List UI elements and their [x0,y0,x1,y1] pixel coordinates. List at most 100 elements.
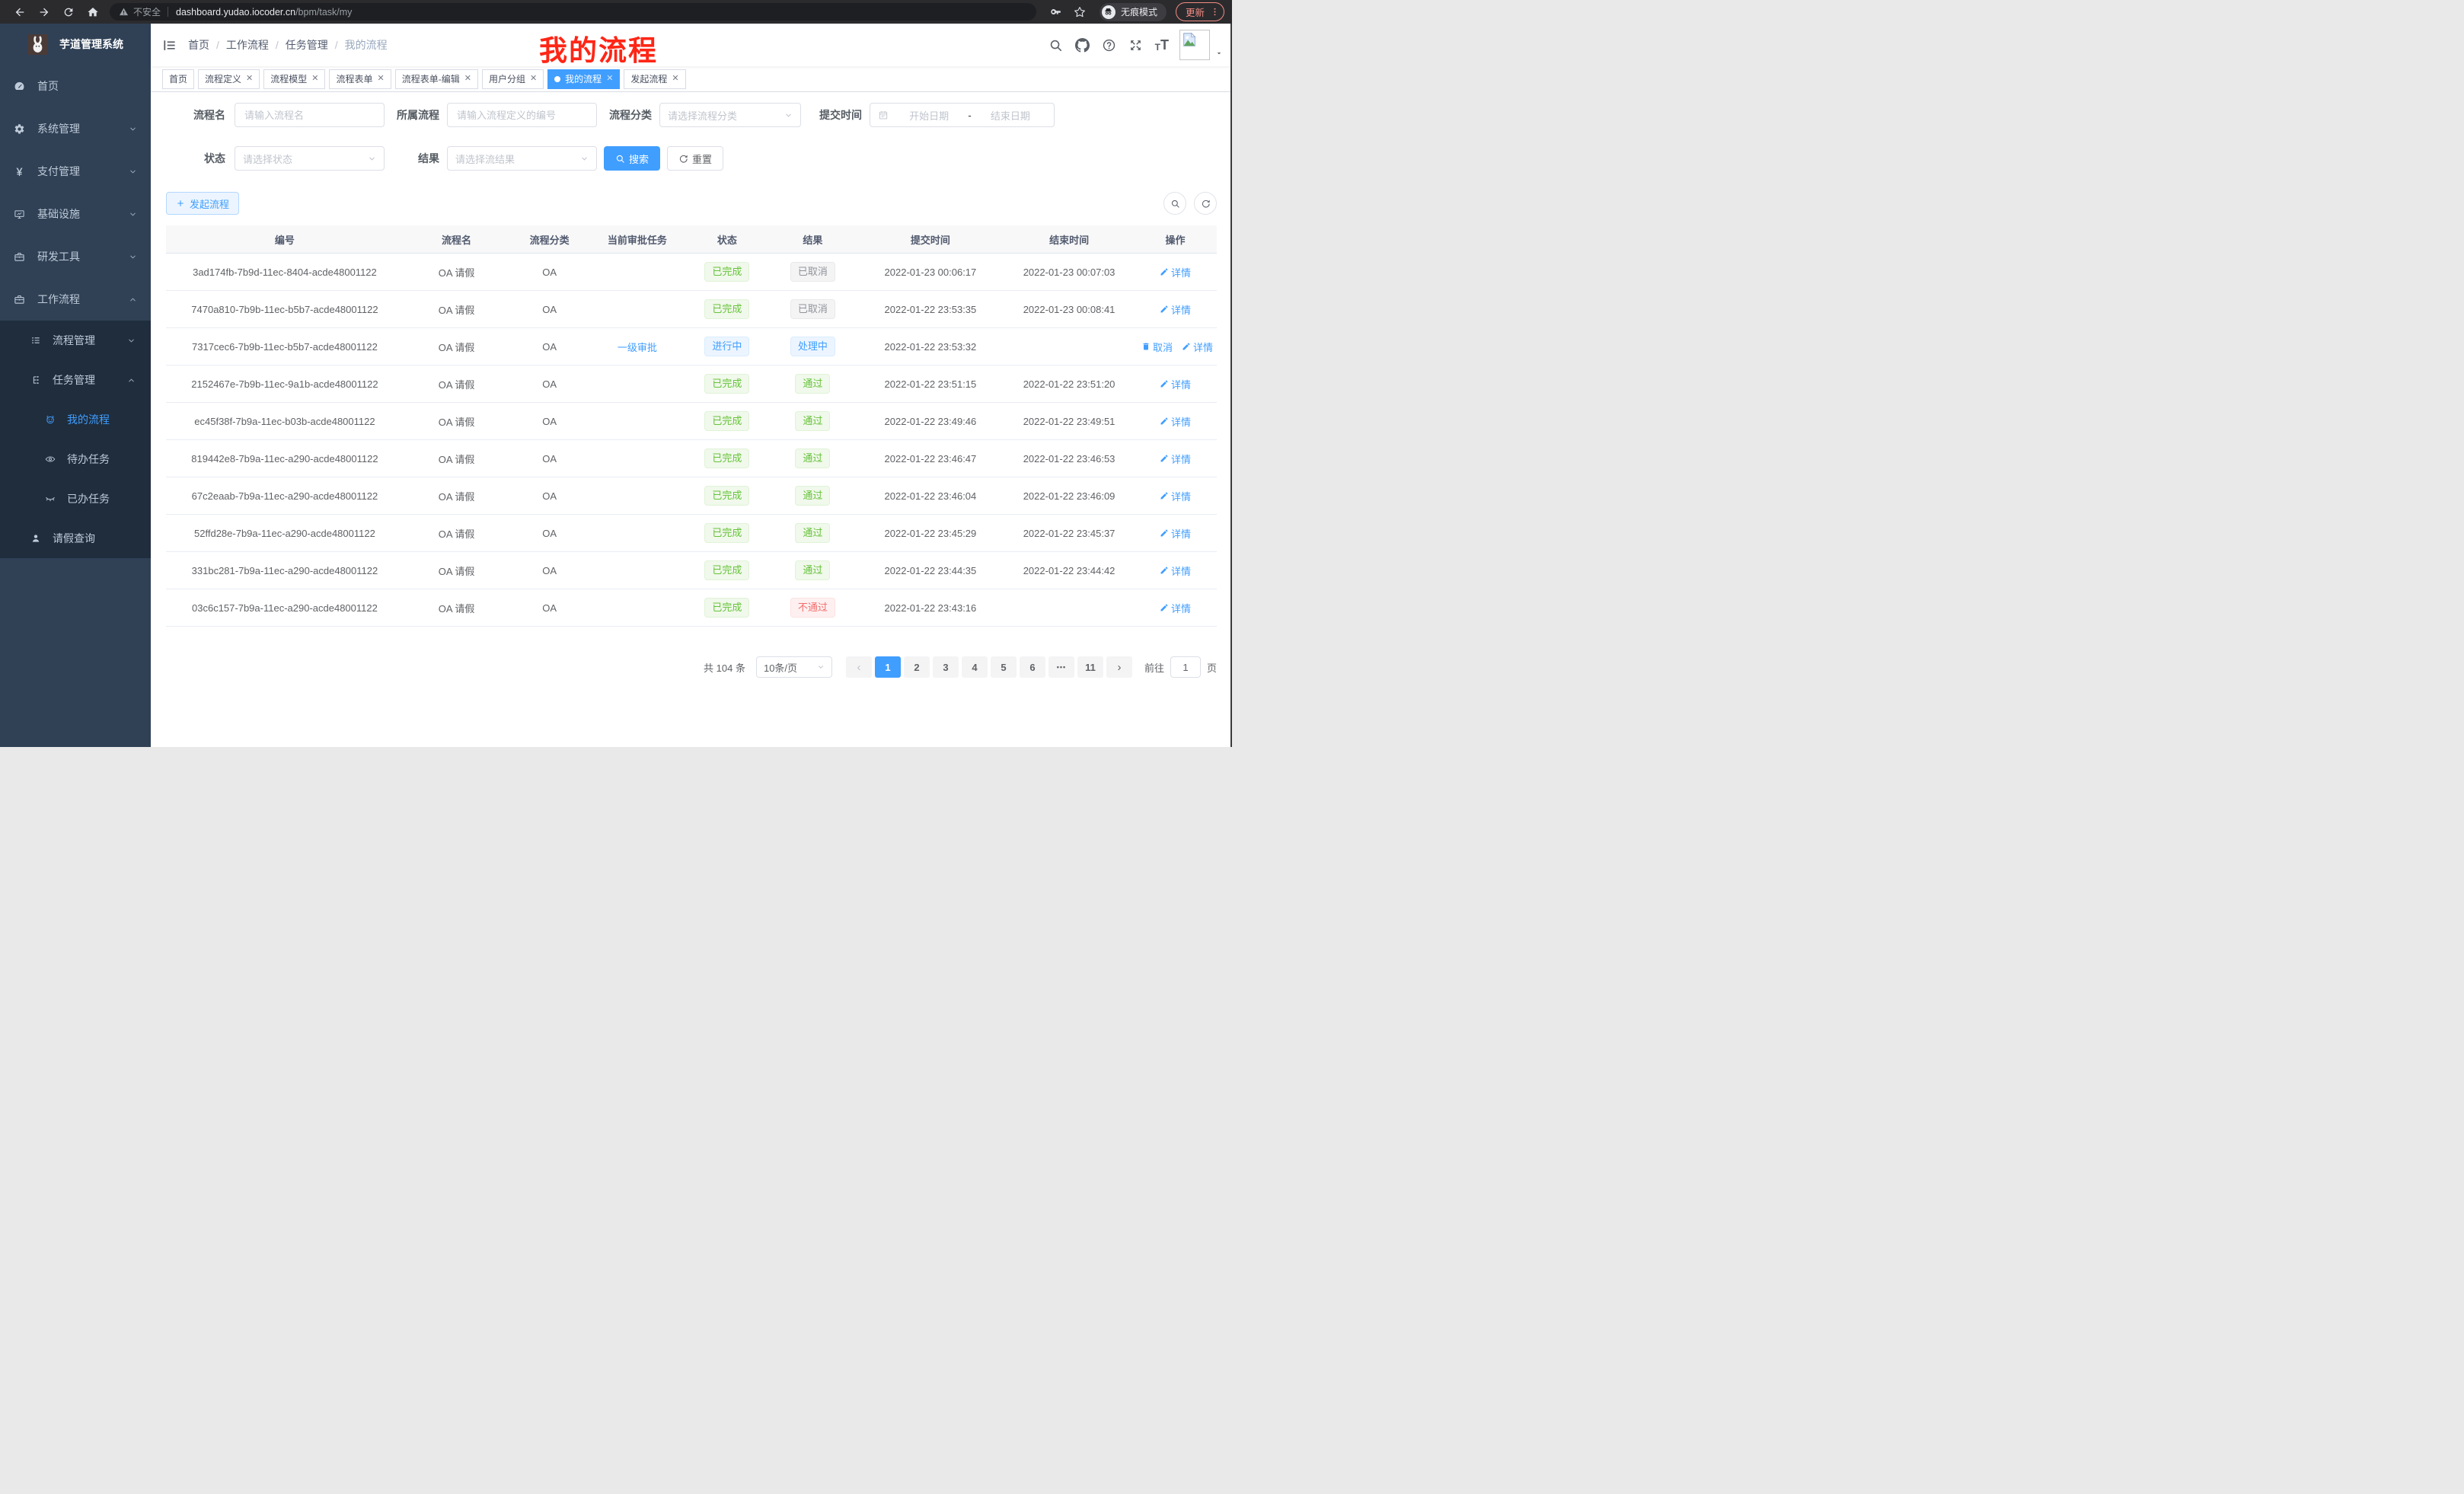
row-action-详情[interactable]: 详情 [1160,452,1191,466]
tab-发起流程[interactable]: 发起流程 ✕ [624,69,685,89]
submit-time-range-picker[interactable]: 开始日期 - 结束日期 [870,103,1055,127]
row-action-详情[interactable]: 详情 [1160,302,1191,317]
page-button-6[interactable]: 6 [1020,656,1045,678]
row-action-详情[interactable]: 详情 [1182,340,1213,354]
sidebar-item-工作流程[interactable]: 工作流程 [0,278,151,321]
browser-reload-icon[interactable] [62,6,75,18]
sidebar: 芋道管理系统 首页 系统管理 支付管理 基础设施 研发工具 工作流程 流程管理 [0,24,151,747]
avatar[interactable] [1179,30,1210,60]
row-id: 03c6c157-7b9a-11ec-a290-acde48001122 [166,589,404,627]
breadcrumb-workflow[interactable]: 工作流程 [226,37,269,53]
tab-流程表单[interactable]: 流程表单 ✕ [329,69,391,89]
fullscreen-icon[interactable] [1128,38,1143,53]
row-action-详情[interactable]: 详情 [1160,601,1191,615]
sidebar-item-研发工具[interactable]: 研发工具 [0,235,151,278]
address-bar[interactable]: 不安全 dashboard.yudao.iocoder.cn/bpm/task/… [110,3,1036,21]
chevron-down-icon [817,663,825,671]
security-warning-icon[interactable] [119,7,129,17]
page-button-5[interactable]: 5 [991,656,1017,678]
status-select[interactable]: 请选择状态 [235,146,385,171]
sidebar-item-我的流程[interactable]: 我的流程 [0,400,151,439]
key-icon[interactable] [1050,6,1061,18]
sidebar-item-基础设施[interactable]: 基础设施 [0,193,151,235]
question-icon[interactable] [1102,38,1116,53]
bookmark-star-icon[interactable] [1074,6,1086,18]
github-icon[interactable] [1075,38,1090,53]
font-size-icon[interactable]: TT [1155,38,1169,52]
pager-ellipsis[interactable]: ••• [1048,656,1074,678]
sidebar-item-任务管理[interactable]: 任务管理 [0,360,151,400]
sidebar-item-系统管理[interactable]: 系统管理 [0,107,151,150]
close-icon[interactable]: ✕ [530,75,537,83]
app-logo[interactable]: 芋道管理系统 [0,24,151,65]
tab-流程表单-编辑[interactable]: 流程表单-编辑 ✕ [395,69,478,89]
refresh-table-button[interactable] [1194,192,1217,215]
close-icon[interactable]: ✕ [246,75,253,83]
row-action-取消[interactable]: 取消 [1141,340,1173,354]
sidebar-item-流程管理[interactable]: 流程管理 [0,321,151,360]
incognito-label: 无痕模式 [1121,5,1157,18]
submit-time-label: 提交时间 [809,107,870,123]
breadcrumb-home[interactable]: 首页 [188,37,209,53]
edit-icon [1160,305,1169,314]
table-row: ec45f38f-7b9a-11ec-b03b-acde48001122 OA … [166,403,1217,440]
row-action-详情[interactable]: 详情 [1160,265,1191,279]
toggle-search-button[interactable] [1163,192,1186,215]
sidebar-item-待办任务[interactable]: 待办任务 [0,439,151,479]
incognito-badge: 无痕模式 [1100,3,1167,21]
goto-page-input[interactable] [1170,656,1201,678]
row-action-详情[interactable]: 详情 [1160,377,1191,391]
row-id: 7470a810-7b9b-11ec-b5b7-acde48001122 [166,291,404,328]
page-button-1[interactable]: 1 [875,656,901,678]
result-select[interactable]: 请选择流结果 [447,146,597,171]
start-process-button[interactable]: 发起流程 [166,192,239,215]
close-icon[interactable]: ✕ [606,75,613,83]
tab-流程模型[interactable]: 流程模型 ✕ [263,69,325,89]
tab-用户分组[interactable]: 用户分组 ✕ [482,69,544,89]
row-task[interactable]: 一级审批 [589,328,685,366]
sidebar-item-支付管理[interactable]: 支付管理 [0,150,151,193]
close-icon[interactable]: ✕ [464,75,471,83]
sidebar-item-首页[interactable]: 首页 [0,65,151,107]
sidebar-fold-icon[interactable] [162,38,177,53]
row-action-详情[interactable]: 详情 [1160,526,1191,541]
tab-流程定义[interactable]: 流程定义 ✕ [198,69,260,89]
page-button-4[interactable]: 4 [962,656,988,678]
tab-首页[interactable]: 首页 [162,69,194,89]
result-badge: 不通过 [790,598,835,618]
search-icon[interactable] [1048,38,1063,53]
sidebar-menu: 首页 系统管理 支付管理 基础设施 研发工具 工作流程 流程管理 任务管理 [0,65,151,558]
page-button-11[interactable]: 11 [1077,656,1103,678]
process-name-input[interactable] [235,104,384,126]
row-action-详情[interactable]: 详情 [1160,563,1191,578]
browser-forward-icon[interactable] [38,6,50,18]
close-icon[interactable]: ✕ [672,75,678,83]
caret-down-icon[interactable] [1215,49,1223,57]
browser-home-icon[interactable] [87,6,99,18]
row-action-详情[interactable]: 详情 [1160,414,1191,429]
sidebar-item-请假查询[interactable]: 请假查询 [0,519,151,558]
result-badge: 通过 [795,449,830,468]
browser-update-button[interactable]: 更新 [1176,2,1224,21]
row-end-time [1004,589,1134,627]
sidebar-item-已办任务[interactable]: 已办任务 [0,479,151,519]
row-action-详情[interactable]: 详情 [1160,489,1191,503]
category-select[interactable]: 请选择流程分类 [659,103,801,127]
browser-back-icon[interactable] [14,6,26,18]
page-size-select[interactable]: 10条/页 [756,656,832,678]
monitor-icon [14,209,25,220]
close-icon[interactable]: ✕ [311,75,318,83]
page-button-3[interactable]: 3 [933,656,959,678]
browser-menu-dots-icon[interactable] [1210,7,1220,17]
breadcrumb-task-mgmt[interactable]: 任务管理 [286,37,328,53]
prev-page-button[interactable]: ‹ [846,656,872,678]
tab-我的流程[interactable]: 我的流程 ✕ [547,69,620,89]
next-page-button[interactable]: › [1106,656,1132,678]
table-row: 3ad174fb-7b9d-11ec-8404-acde48001122 OA … [166,254,1217,291]
row-end-time: 2022-01-23 00:08:41 [1004,291,1134,328]
process-def-input[interactable] [448,104,596,126]
reset-button[interactable]: 重置 [667,146,723,171]
page-button-2[interactable]: 2 [904,656,930,678]
search-button[interactable]: 搜索 [604,146,660,171]
close-icon[interactable]: ✕ [378,75,385,83]
